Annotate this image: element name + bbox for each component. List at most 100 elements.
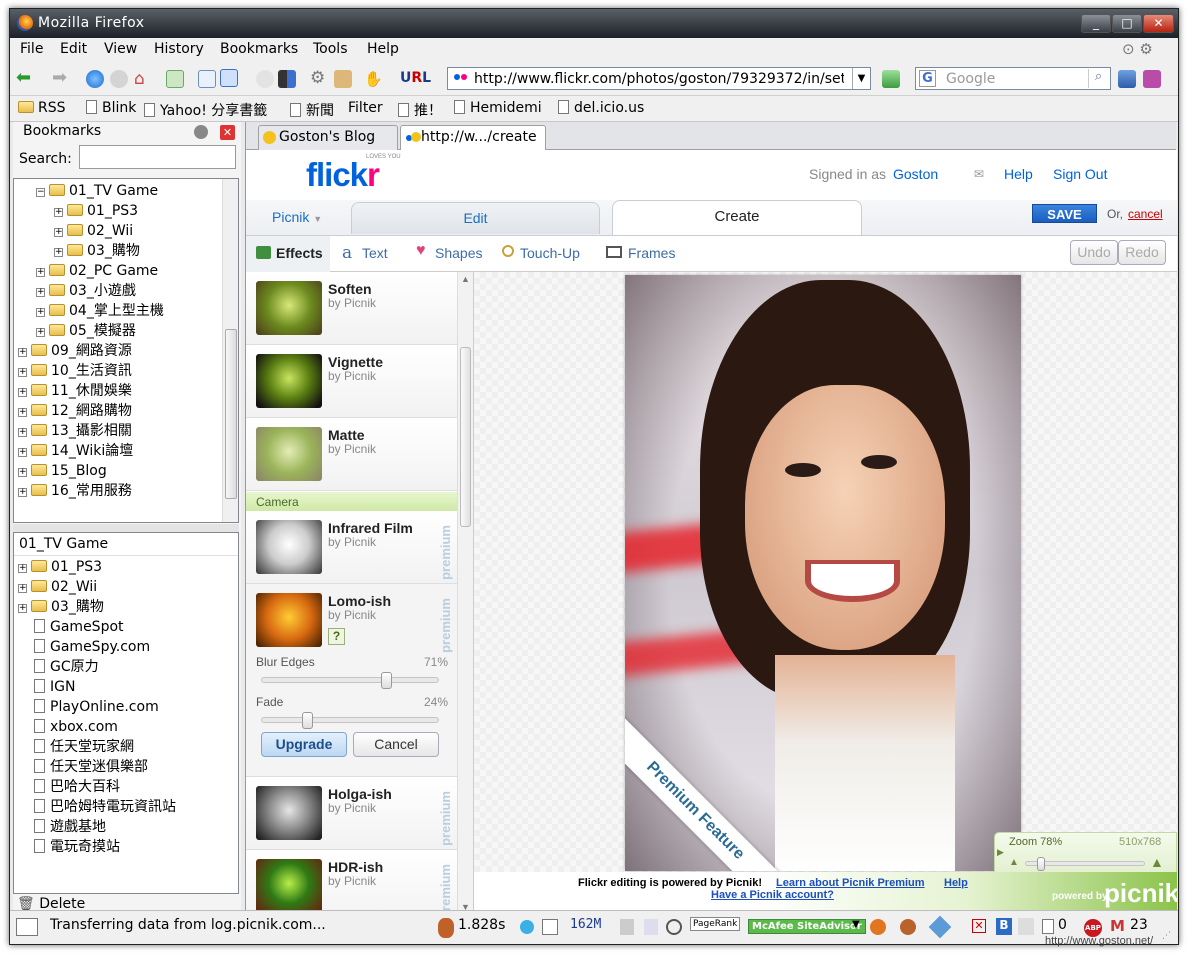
- bookmark-link[interactable]: 遊戲基地: [34, 817, 106, 837]
- expand-icon[interactable]: +: [18, 564, 27, 573]
- learn-premium-link[interactable]: Learn about Picnik Premium: [776, 877, 925, 889]
- expand-icon[interactable]: +: [54, 228, 63, 237]
- tree-item[interactable]: − 01_TV Game: [36, 181, 158, 201]
- bookmark-filter[interactable]: Filter: [348, 100, 383, 116]
- help-link[interactable]: Help: [1004, 166, 1033, 182]
- page-count-icon[interactable]: [1042, 919, 1054, 934]
- zoom-out-icon[interactable]: ▲: [1009, 857, 1019, 868]
- tab-create[interactable]: Create: [612, 200, 862, 235]
- redo-button[interactable]: Redo: [1118, 240, 1166, 265]
- menu-help[interactable]: Help: [367, 41, 399, 57]
- tree-item[interactable]: +14_Wiki論壇: [18, 441, 133, 461]
- note-icon[interactable]: [542, 919, 558, 935]
- effects-scrollbar[interactable]: ▲ ▼: [457, 272, 473, 917]
- picnik-logo[interactable]: picnik: [1104, 878, 1177, 909]
- forward-icon[interactable]: ➡: [52, 69, 70, 88]
- tab-edit[interactable]: Edit: [351, 202, 600, 234]
- block-icon[interactable]: ✕: [972, 919, 986, 933]
- menu-edit[interactable]: Edit: [60, 41, 87, 57]
- expand-icon[interactable]: +: [54, 248, 63, 257]
- bookmark-yahoo[interactable]: Yahoo! 分享書籤: [144, 100, 267, 120]
- bookmark-link[interactable]: GC原力: [34, 657, 99, 677]
- effect-infrared-film[interactable]: Infrared Film by Picnik premium: [246, 511, 457, 584]
- expand-icon[interactable]: +: [18, 488, 27, 497]
- tab-picnik-create[interactable]: http://w.../create: [400, 125, 546, 151]
- zoom-knob[interactable]: [1037, 857, 1045, 871]
- tool-text[interactable]: a Text: [342, 236, 414, 272]
- page-icon[interactable]: [198, 70, 216, 88]
- blur-edges-slider[interactable]: [261, 672, 439, 689]
- screen-icon[interactable]: [278, 70, 296, 88]
- tool-touch-up[interactable]: Touch-Up: [502, 236, 594, 272]
- download-icon[interactable]: [166, 70, 184, 88]
- sidebar-options-icon[interactable]: [194, 125, 208, 139]
- tree-item[interactable]: +16_常用服務: [18, 481, 132, 501]
- doc-icon[interactable]: [644, 919, 658, 935]
- twitter-icon[interactable]: [520, 920, 534, 934]
- footer-help-link[interactable]: Help: [944, 877, 968, 889]
- collapse-icon[interactable]: ▶: [997, 847, 1004, 858]
- sidebar-search-input[interactable]: [79, 145, 236, 169]
- back-icon[interactable]: ⬅: [16, 69, 34, 88]
- monkey-icon[interactable]: [900, 919, 916, 935]
- tree-item[interactable]: +01_PS3: [54, 201, 138, 221]
- flickr-logo[interactable]: flickr: [306, 156, 380, 194]
- user-link[interactable]: Goston: [893, 166, 938, 182]
- zoom-in-icon[interactable]: ▲: [1150, 854, 1164, 870]
- bookmark-link[interactable]: GameSpy.com: [34, 637, 150, 657]
- bookmark-news[interactable]: 新聞: [290, 100, 334, 120]
- url-bar[interactable]: http://www.flickr.com/photos/goston/7932…: [447, 67, 871, 90]
- menu-tools[interactable]: Tools: [313, 41, 348, 57]
- undo-button[interactable]: Undo: [1070, 240, 1118, 265]
- picnik-account-link[interactable]: Have a Picnik account?: [711, 889, 834, 901]
- key-icon[interactable]: [1018, 918, 1034, 935]
- tree-scroll-thumb[interactable]: [225, 329, 237, 499]
- tree-item[interactable]: +03_購物: [54, 241, 140, 261]
- gear-icon[interactable]: ⚙: [310, 70, 328, 88]
- collapse-icon[interactable]: −: [36, 188, 45, 197]
- upgrade-button[interactable]: Upgrade: [261, 732, 347, 757]
- bookmark-link[interactable]: 電玩奇摸站: [34, 837, 120, 857]
- expand-icon[interactable]: +: [18, 388, 27, 397]
- help-icon[interactable]: ?: [328, 628, 345, 645]
- bookmark-sidebar-icon[interactable]: [220, 69, 238, 87]
- expand-icon[interactable]: +: [18, 604, 27, 613]
- splitter[interactable]: [13, 524, 239, 532]
- fade-knob[interactable]: [302, 712, 313, 729]
- at-icon[interactable]: [666, 919, 682, 935]
- tree-item[interactable]: +03_小遊戲: [36, 281, 136, 301]
- tree-item[interactable]: +13_攝影相關: [18, 421, 132, 441]
- menu-bookmarks[interactable]: Bookmarks: [220, 41, 298, 57]
- sign-out-link[interactable]: Sign Out: [1053, 166, 1107, 182]
- expand-icon[interactable]: +: [36, 288, 45, 297]
- firebug-icon[interactable]: [438, 918, 454, 938]
- effects-scroll-thumb[interactable]: [460, 347, 471, 527]
- camera-header[interactable]: Camera: [246, 492, 457, 511]
- go-icon[interactable]: [882, 70, 900, 88]
- bookmark-link[interactable]: xbox.com: [34, 717, 118, 737]
- search-icon[interactable]: ⌕: [1088, 69, 1108, 88]
- expand-icon[interactable]: +: [18, 428, 27, 437]
- expand-icon[interactable]: +: [36, 328, 45, 337]
- tree-item[interactable]: +11_休閒娛樂: [18, 381, 132, 401]
- tree-item[interactable]: +02_PC Game: [36, 261, 158, 281]
- bookmark-link[interactable]: GameSpot: [34, 617, 124, 637]
- stop-icon[interactable]: [110, 70, 128, 88]
- toolbar-apps-icon[interactable]: [1143, 70, 1161, 88]
- tools-icon[interactable]: [334, 70, 352, 88]
- google-icon[interactable]: G: [919, 70, 936, 87]
- url-dropdown-icon[interactable]: ▼: [852, 68, 870, 89]
- expand-icon[interactable]: +: [18, 468, 27, 477]
- mcafee-dropdown-icon[interactable]: ▼: [852, 919, 860, 930]
- tree-item[interactable]: +05_模擬器: [36, 321, 136, 341]
- firefox-status-icon[interactable]: [870, 919, 886, 935]
- mail-icon[interactable]: ✉: [974, 167, 984, 181]
- tool-shapes[interactable]: ♥ Shapes: [416, 236, 506, 272]
- bookmark-rss[interactable]: RSS: [18, 100, 66, 116]
- bookmark-blink[interactable]: Blink: [86, 100, 136, 116]
- tab-gostons-blog[interactable]: Goston's Blog: [258, 125, 398, 150]
- tree-item[interactable]: +02_Wii: [54, 221, 133, 241]
- addon-icon[interactable]: [256, 70, 274, 88]
- zoom-slider[interactable]: [1025, 857, 1145, 871]
- url-text[interactable]: http://www.flickr.com/photos/goston/7932…: [474, 71, 844, 87]
